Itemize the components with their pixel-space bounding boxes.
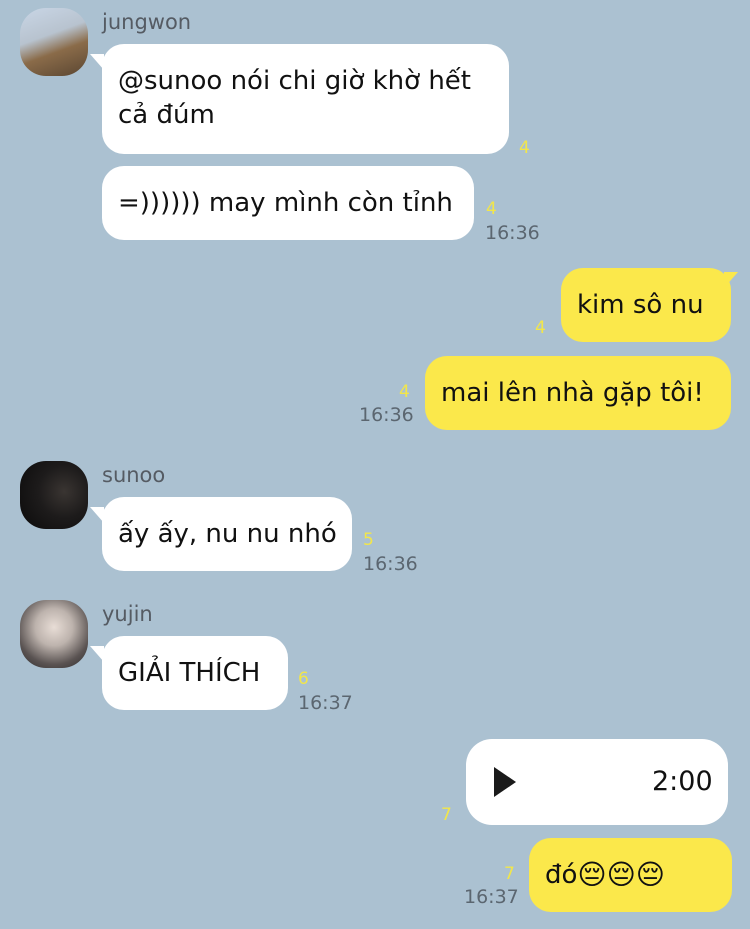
message-bubble[interactable]: đó 😔😔😔 (529, 838, 732, 912)
sender-name: sunoo (102, 463, 166, 487)
message-text: kim sô nu (577, 290, 704, 320)
message-text: ấy ấy, nu nu nhó (118, 519, 337, 549)
bubble-tail (724, 272, 738, 288)
message-bubble[interactable]: @sunoo nói chi giờ khờ hết cả đúm (102, 44, 509, 154)
timestamp: 16:36 (485, 222, 540, 244)
message-text: đó (545, 860, 578, 890)
unread-count: 4 (486, 199, 497, 219)
sender-name: yujin (102, 602, 153, 626)
unread-count: 5 (363, 530, 374, 550)
play-icon[interactable] (494, 767, 516, 797)
timestamp: 16:37 (298, 692, 353, 714)
timestamp: 16:36 (363, 553, 418, 575)
bubble-tail (90, 646, 104, 662)
message-text: GIẢI THÍCH (118, 658, 261, 688)
message-text: @sunoo nói chi giờ khờ hết cả đúm (118, 66, 471, 130)
message-bubble[interactable]: kim sô nu (561, 268, 731, 342)
message-text: mai lên nhà gặp tôi! (441, 378, 704, 408)
unread-count: 4 (519, 138, 530, 158)
avatar-jungwon[interactable] (20, 8, 88, 76)
message-bubble[interactable]: mai lên nhà gặp tôi! (425, 356, 731, 430)
timestamp: 16:36 (359, 404, 414, 426)
voice-duration: 2:00 (652, 766, 713, 797)
message-text: =)))))) may mình còn tỉnh (118, 188, 453, 218)
unread-count: 4 (535, 318, 546, 338)
message-bubble[interactable]: ấy ấy, nu nu nhó (102, 497, 352, 571)
avatar-sunoo[interactable] (20, 461, 88, 529)
unread-count: 7 (441, 805, 452, 825)
avatar-yujin[interactable] (20, 600, 88, 668)
bubble-tail (90, 507, 104, 523)
pensive-face-emoji: 😔😔😔 (577, 858, 665, 891)
message-bubble[interactable]: =)))))) may mình còn tỉnh (102, 166, 474, 240)
message-bubble[interactable]: GIẢI THÍCH (102, 636, 288, 710)
bubble-tail (90, 54, 104, 70)
unread-count: 7 (504, 864, 515, 884)
unread-count: 4 (399, 382, 410, 402)
unread-count: 6 (298, 669, 309, 689)
timestamp: 16:37 (464, 886, 519, 908)
sender-name: jungwon (102, 10, 192, 34)
